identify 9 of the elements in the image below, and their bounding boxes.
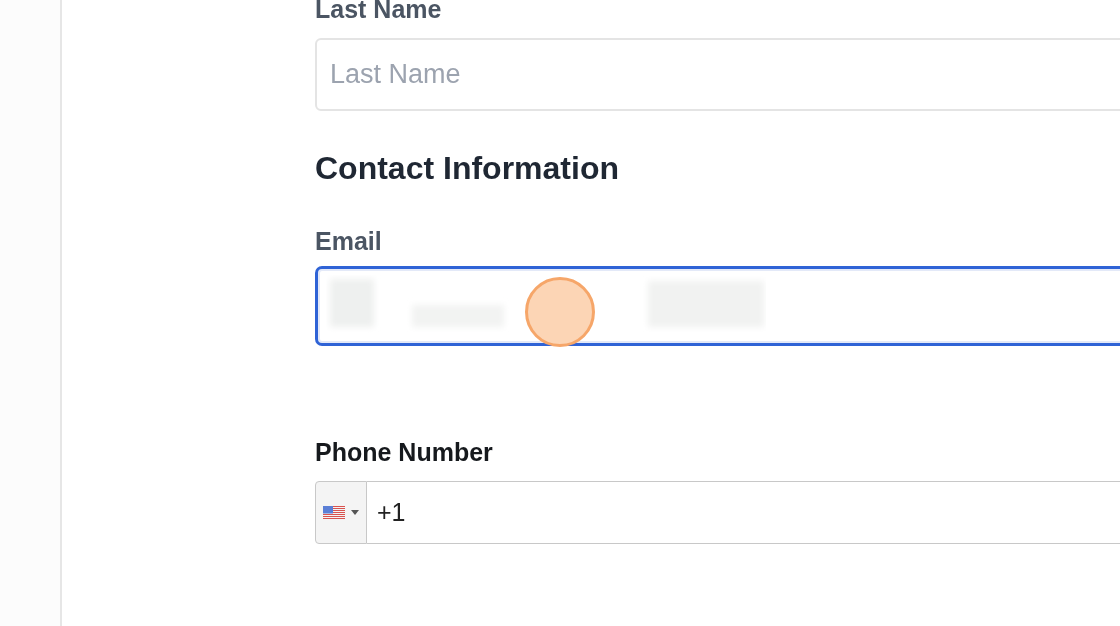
country-select[interactable] bbox=[315, 481, 367, 544]
field-label: Last Name bbox=[315, 0, 443, 23]
field-label: Phone Number bbox=[315, 438, 494, 466]
phone-input[interactable]: +1 bbox=[367, 481, 1120, 544]
section-heading: Contact Information bbox=[315, 149, 620, 187]
field-label: Email bbox=[315, 227, 383, 255]
text-field[interactable] bbox=[315, 266, 1120, 346]
caret-down-icon bbox=[351, 510, 359, 515]
flag-icon bbox=[323, 505, 345, 520]
